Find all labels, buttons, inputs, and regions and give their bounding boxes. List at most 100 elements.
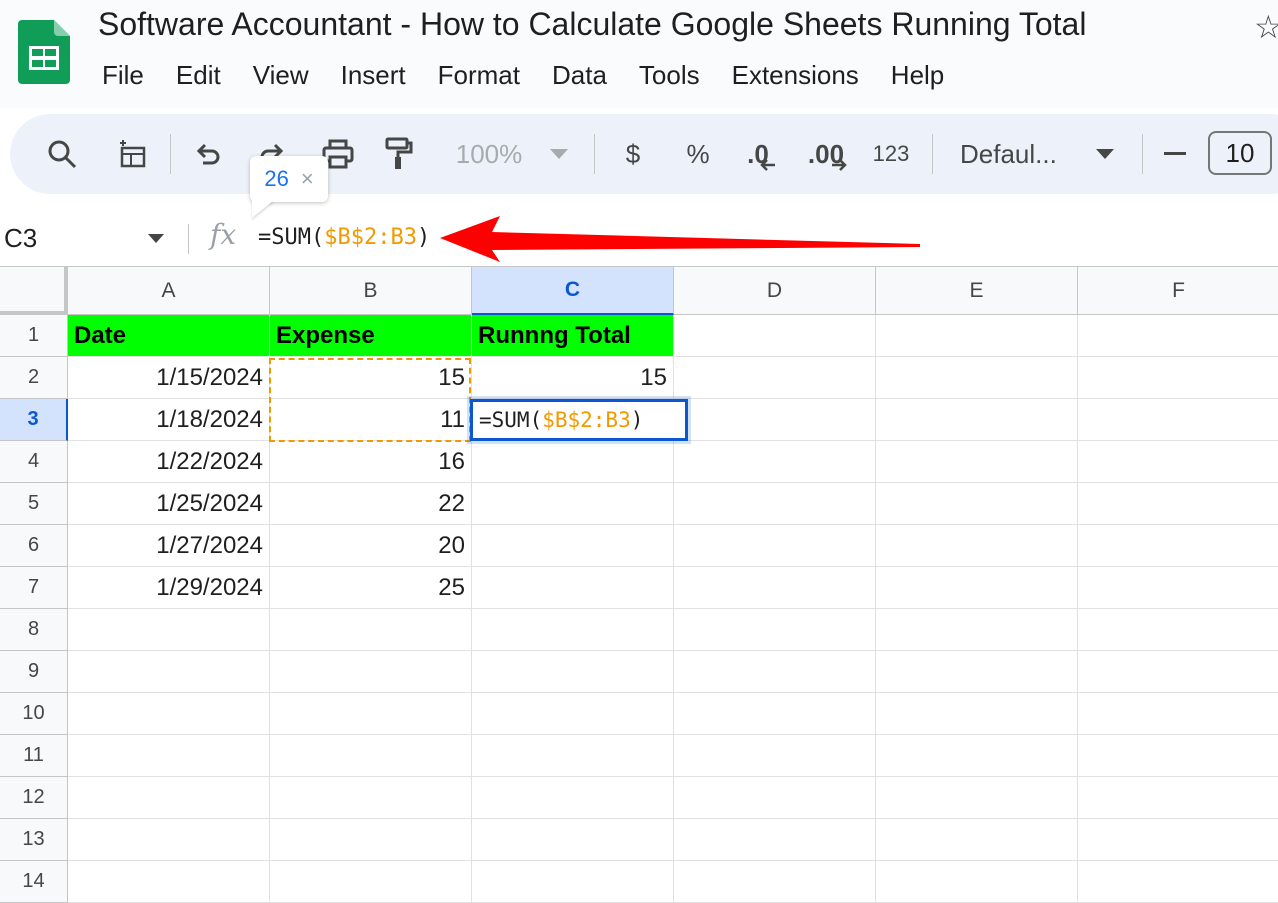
row-header-8[interactable]: 8 <box>0 609 68 651</box>
row-header-3[interactable]: 3 <box>0 399 68 441</box>
cell-a6[interactable]: 1/27/2024 <box>68 525 270 567</box>
cell-a3[interactable]: 1/18/2024 <box>68 399 270 441</box>
cell-a10[interactable] <box>68 693 270 735</box>
cell-f6[interactable] <box>1078 525 1278 567</box>
cell-a9[interactable] <box>68 651 270 693</box>
row-header-9[interactable]: 9 <box>0 651 68 693</box>
format-currency-button[interactable]: $ <box>618 114 648 194</box>
cell-b9[interactable] <box>270 651 472 693</box>
cell-d8[interactable] <box>674 609 876 651</box>
row-header-14[interactable]: 14 <box>0 861 68 903</box>
cell-f9[interactable] <box>1078 651 1278 693</box>
cell-f8[interactable] <box>1078 609 1278 651</box>
row-header-1[interactable]: 1 <box>0 315 68 357</box>
cell-e2[interactable] <box>876 357 1078 399</box>
cell-f5[interactable] <box>1078 483 1278 525</box>
cell-d1[interactable] <box>674 315 876 357</box>
sheets-logo-icon[interactable] <box>18 20 70 84</box>
cell-a2[interactable]: 1/15/2024 <box>68 357 270 399</box>
cell-f2[interactable] <box>1078 357 1278 399</box>
name-box[interactable]: C3 <box>4 210 37 266</box>
cell-b7[interactable]: 25 <box>270 567 472 609</box>
cell-d3[interactable] <box>674 399 876 441</box>
cell-a7[interactable]: 1/29/2024 <box>68 567 270 609</box>
cell-d10[interactable] <box>674 693 876 735</box>
cell-c13[interactable] <box>472 819 674 861</box>
row-header-5[interactable]: 5 <box>0 483 68 525</box>
new-table-icon[interactable] <box>114 114 150 194</box>
font-size-input[interactable]: 10 <box>1208 131 1272 175</box>
increase-decimal-button[interactable]: .00 <box>802 114 854 194</box>
active-cell-editor[interactable]: =SUM($B$2:B3) <box>470 399 688 441</box>
cell-f7[interactable] <box>1078 567 1278 609</box>
cell-d11[interactable] <box>674 735 876 777</box>
cell-a1[interactable]: Date <box>68 315 270 357</box>
cell-f10[interactable] <box>1078 693 1278 735</box>
cell-b6[interactable]: 20 <box>270 525 472 567</box>
cell-d4[interactable] <box>674 441 876 483</box>
cell-b10[interactable] <box>270 693 472 735</box>
font-dropdown-icon[interactable] <box>1092 114 1118 194</box>
cell-b4[interactable]: 16 <box>270 441 472 483</box>
row-header-10[interactable]: 10 <box>0 693 68 735</box>
row-header-4[interactable]: 4 <box>0 441 68 483</box>
cell-f13[interactable] <box>1078 819 1278 861</box>
column-header-c[interactable]: C <box>472 267 674 315</box>
cell-c2[interactable]: 15 <box>472 357 674 399</box>
document-title[interactable]: Software Accountant - How to Calculate G… <box>98 6 1086 43</box>
cell-d9[interactable] <box>674 651 876 693</box>
cell-e6[interactable] <box>876 525 1078 567</box>
cell-a8[interactable] <box>68 609 270 651</box>
cell-b14[interactable] <box>270 861 472 903</box>
decrease-decimal-button[interactable]: .0 <box>740 114 784 194</box>
cell-c10[interactable] <box>472 693 674 735</box>
row-header-2[interactable]: 2 <box>0 357 68 399</box>
cell-a5[interactable]: 1/25/2024 <box>68 483 270 525</box>
more-formats-button[interactable]: 123 <box>868 114 914 194</box>
cell-d14[interactable] <box>674 861 876 903</box>
cell-b5[interactable]: 22 <box>270 483 472 525</box>
cell-f11[interactable] <box>1078 735 1278 777</box>
star-icon[interactable]: ☆ <box>1254 8 1278 46</box>
paint-format-icon[interactable] <box>380 114 416 194</box>
undo-icon[interactable] <box>190 114 226 194</box>
cell-f1[interactable] <box>1078 315 1278 357</box>
menu-format[interactable]: Format <box>422 58 536 92</box>
cell-e7[interactable] <box>876 567 1078 609</box>
cell-e5[interactable] <box>876 483 1078 525</box>
menu-extensions[interactable]: Extensions <box>716 58 875 92</box>
row-header-7[interactable]: 7 <box>0 567 68 609</box>
cell-b13[interactable] <box>270 819 472 861</box>
column-header-a[interactable]: A <box>68 267 270 315</box>
cell-d7[interactable] <box>674 567 876 609</box>
column-header-e[interactable]: E <box>876 267 1078 315</box>
row-header-13[interactable]: 13 <box>0 819 68 861</box>
column-header-b[interactable]: B <box>270 267 472 315</box>
format-percent-button[interactable]: % <box>680 114 716 194</box>
zoom-dropdown-icon[interactable] <box>546 114 572 194</box>
cell-b8[interactable] <box>270 609 472 651</box>
cell-e14[interactable] <box>876 861 1078 903</box>
menu-help[interactable]: Help <box>875 58 960 92</box>
zoom-select[interactable]: 100% <box>446 114 532 194</box>
cell-f4[interactable] <box>1078 441 1278 483</box>
cell-c7[interactable] <box>472 567 674 609</box>
cell-d13[interactable] <box>674 819 876 861</box>
column-header-d[interactable]: D <box>674 267 876 315</box>
cell-d5[interactable] <box>674 483 876 525</box>
search-icon[interactable] <box>44 114 80 194</box>
cell-b1[interactable]: Expense <box>270 315 472 357</box>
cell-d12[interactable] <box>674 777 876 819</box>
menu-edit[interactable]: Edit <box>160 58 237 92</box>
select-all-corner[interactable] <box>0 267 68 315</box>
formula-input[interactable]: =SUM($B$2:B3) <box>258 210 430 266</box>
cell-c4[interactable] <box>472 441 674 483</box>
row-header-12[interactable]: 12 <box>0 777 68 819</box>
cell-c14[interactable] <box>472 861 674 903</box>
cell-d6[interactable] <box>674 525 876 567</box>
cell-c9[interactable] <box>472 651 674 693</box>
cell-a14[interactable] <box>68 861 270 903</box>
row-header-6[interactable]: 6 <box>0 525 68 567</box>
name-box-dropdown-icon[interactable] <box>148 234 164 243</box>
cell-d2[interactable] <box>674 357 876 399</box>
